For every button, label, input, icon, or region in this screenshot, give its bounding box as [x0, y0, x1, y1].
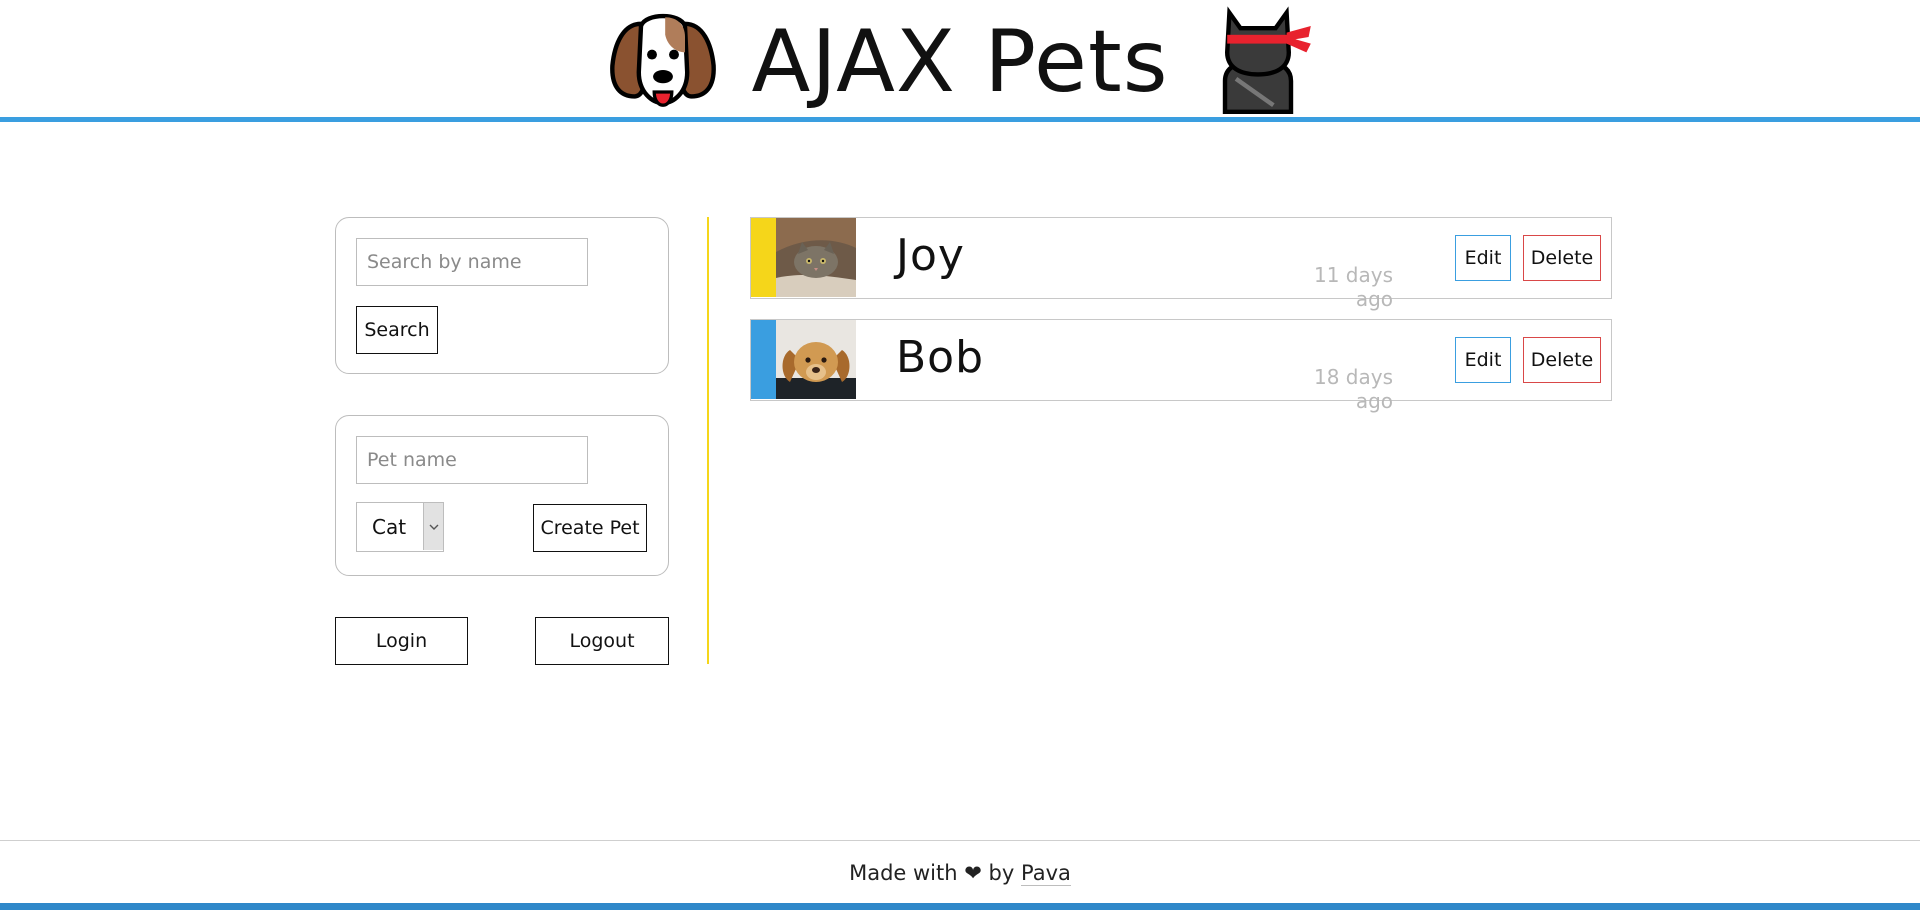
pet-photo-cat	[776, 218, 856, 297]
pet-name: Bob	[896, 332, 985, 383]
footer-by: by	[988, 861, 1015, 885]
site-header: AJAX Pets	[0, 0, 1920, 122]
delete-button[interactable]: Delete	[1523, 337, 1601, 383]
logout-button[interactable]: Logout	[535, 617, 669, 665]
edit-button[interactable]: Edit	[1455, 337, 1511, 383]
chevron-down-icon	[423, 503, 443, 550]
page-title: AJAX Pets	[751, 12, 1169, 112]
pet-timestamp: 18 days ago	[1313, 365, 1393, 413]
pet-color-stripe	[751, 218, 776, 297]
heart-icon: ❤	[964, 861, 982, 885]
footer-accent-bar	[0, 903, 1920, 910]
auth-buttons: Login Logout	[335, 617, 669, 665]
create-pet-card: Cat Create Pet	[335, 415, 669, 576]
pet-card-joy: Joy 11 days ago Edit Delete	[750, 217, 1612, 311]
footer-credit: Made with ❤ by Pava	[0, 861, 1920, 886]
pet-name-input[interactable]	[356, 436, 588, 484]
sidebar: Search Cat Create Pet Login Logout	[335, 217, 669, 665]
pet-timestamp: 11 days ago	[1313, 263, 1393, 311]
pet-type-value: Cat	[372, 515, 407, 539]
pet-type-select[interactable]: Cat	[356, 502, 444, 552]
site-footer: Made with ❤ by Pava	[0, 840, 1920, 910]
ninja-cat-icon	[1222, 6, 1311, 114]
pet-name: Joy	[896, 230, 965, 281]
delete-button[interactable]: Delete	[1523, 235, 1601, 281]
author-link[interactable]: Pava	[1021, 861, 1071, 886]
pet-list: Joy 11 days ago Edit Delete Bob 18 days …	[750, 217, 1612, 421]
pet-card-bob: Bob 18 days ago Edit Delete	[750, 319, 1612, 413]
footer-made-with: Made with	[849, 861, 958, 885]
search-button[interactable]: Search	[356, 306, 438, 354]
create-pet-button[interactable]: Create Pet	[533, 504, 647, 552]
column-divider	[707, 217, 709, 664]
header-content: AJAX Pets	[0, 0, 1920, 118]
dog-face-icon	[609, 13, 716, 107]
edit-button[interactable]: Edit	[1455, 235, 1511, 281]
login-button[interactable]: Login	[335, 617, 468, 665]
search-card: Search	[335, 217, 669, 374]
search-input[interactable]	[356, 238, 588, 286]
pet-photo-dog	[776, 320, 856, 399]
pet-color-stripe	[751, 320, 776, 399]
